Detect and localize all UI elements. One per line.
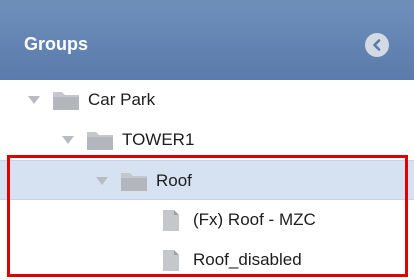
folder-icon bbox=[53, 92, 79, 110]
tree-node-label: TOWER1 bbox=[122, 130, 195, 149]
document-icon bbox=[163, 210, 179, 231]
tree-node-roof[interactable]: Roof bbox=[0, 160, 414, 200]
panel-header: Groups bbox=[0, 0, 414, 80]
expand-arrow-icon[interactable] bbox=[96, 176, 108, 186]
tree-node-car-park[interactable]: Car Park bbox=[0, 80, 414, 120]
tree-node-label: Car Park bbox=[88, 90, 156, 109]
document-icon bbox=[163, 250, 179, 271]
expand-arrow-icon[interactable] bbox=[62, 135, 74, 145]
panel-title: Groups bbox=[24, 34, 89, 54]
group-tree: Car Park TOWER1 Roof (Fx) Roof - MZC Roo… bbox=[0, 80, 414, 280]
folder-icon bbox=[121, 173, 147, 191]
tree-leaf-fx-roof-mzc[interactable]: (Fx) Roof - MZC bbox=[0, 200, 414, 240]
folder-icon bbox=[87, 132, 113, 150]
tree-leaf-roof-disabled[interactable]: Roof_disabled bbox=[0, 240, 414, 280]
collapse-panel-button[interactable] bbox=[365, 33, 389, 57]
tree-node-label: (Fx) Roof - MZC bbox=[193, 210, 316, 229]
tree-node-label: Roof bbox=[156, 171, 192, 190]
tree-node-tower1[interactable]: TOWER1 bbox=[0, 120, 414, 160]
groups-panel: Groups Car Park TOWER1 Roof (Fx) Roof - … bbox=[0, 0, 414, 280]
tree-node-label: Roof_disabled bbox=[193, 250, 302, 269]
expand-arrow-icon[interactable] bbox=[28, 95, 40, 105]
chevron-left-icon bbox=[373, 39, 381, 51]
